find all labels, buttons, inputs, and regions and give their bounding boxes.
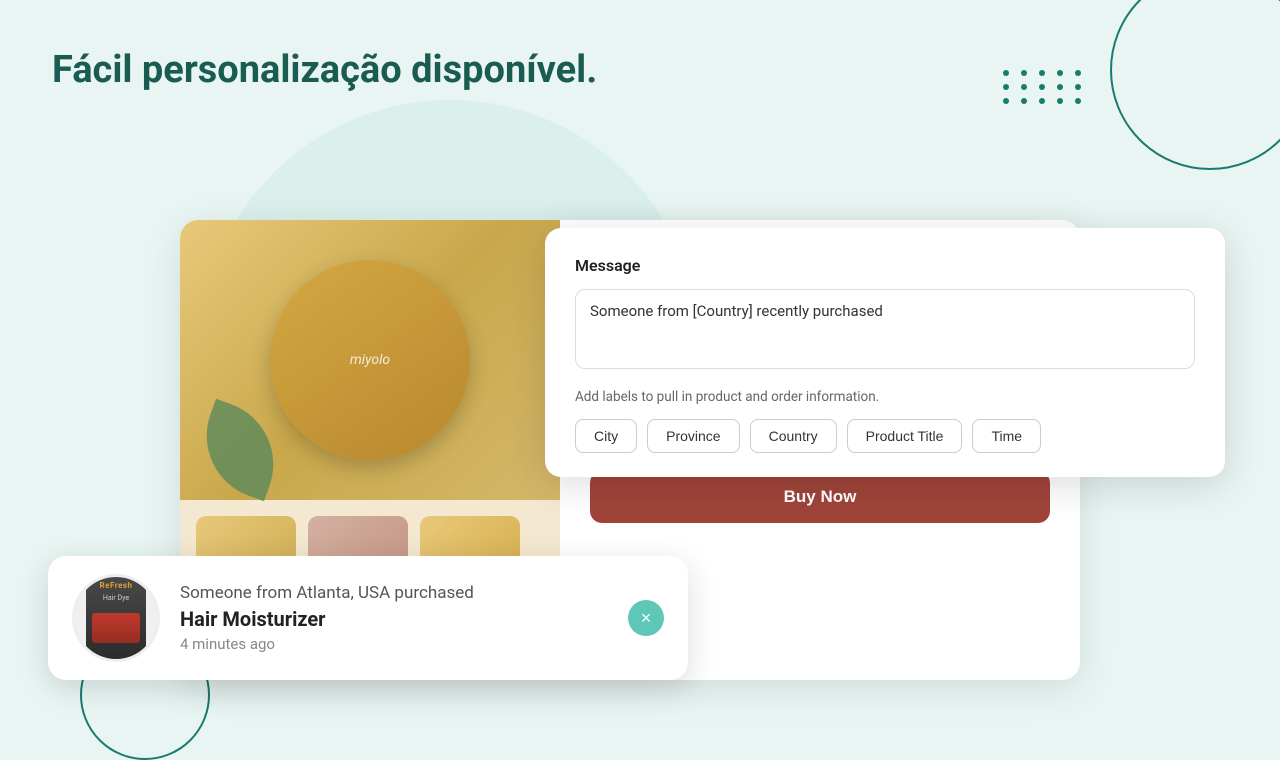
product-image-inner xyxy=(270,260,470,460)
notification-close-button[interactable]: × xyxy=(628,600,664,636)
label-product-title[interactable]: Product Title xyxy=(847,419,963,453)
notification-text: Someone from Atlanta, USA purchased xyxy=(180,583,608,603)
notification-content: Someone from Atlanta, USA purchased Hair… xyxy=(180,583,608,653)
message-textarea[interactable] xyxy=(575,289,1195,369)
dot-grid xyxy=(1003,70,1085,104)
label-province[interactable]: Province xyxy=(647,419,739,453)
buy-now-button[interactable]: Buy Now xyxy=(590,471,1050,523)
message-panel: Message Add labels to pull in product an… xyxy=(545,228,1225,477)
label-city[interactable]: City xyxy=(575,419,637,453)
message-panel-title: Message xyxy=(575,256,1195,275)
notification-product-name: Hair Moisturizer xyxy=(180,607,608,631)
product-icon xyxy=(86,574,146,662)
bg-circle-top-right xyxy=(1110,0,1280,170)
label-country[interactable]: Country xyxy=(750,419,837,453)
labels-info-text: Add labels to pull in product and order … xyxy=(575,389,1195,405)
notification-time: 4 minutes ago xyxy=(180,635,608,653)
notification-popup: Someone from Atlanta, USA purchased Hair… xyxy=(48,556,688,680)
product-main-image xyxy=(180,220,560,500)
label-time[interactable]: Time xyxy=(972,419,1041,453)
notification-avatar xyxy=(72,574,160,662)
label-tags-container: City Province Country Product Title Time xyxy=(575,419,1195,453)
product-icon-stripe xyxy=(92,613,140,643)
main-heading: Fácil personalização disponível. xyxy=(52,48,597,92)
product-leaf-decoration xyxy=(189,399,292,502)
